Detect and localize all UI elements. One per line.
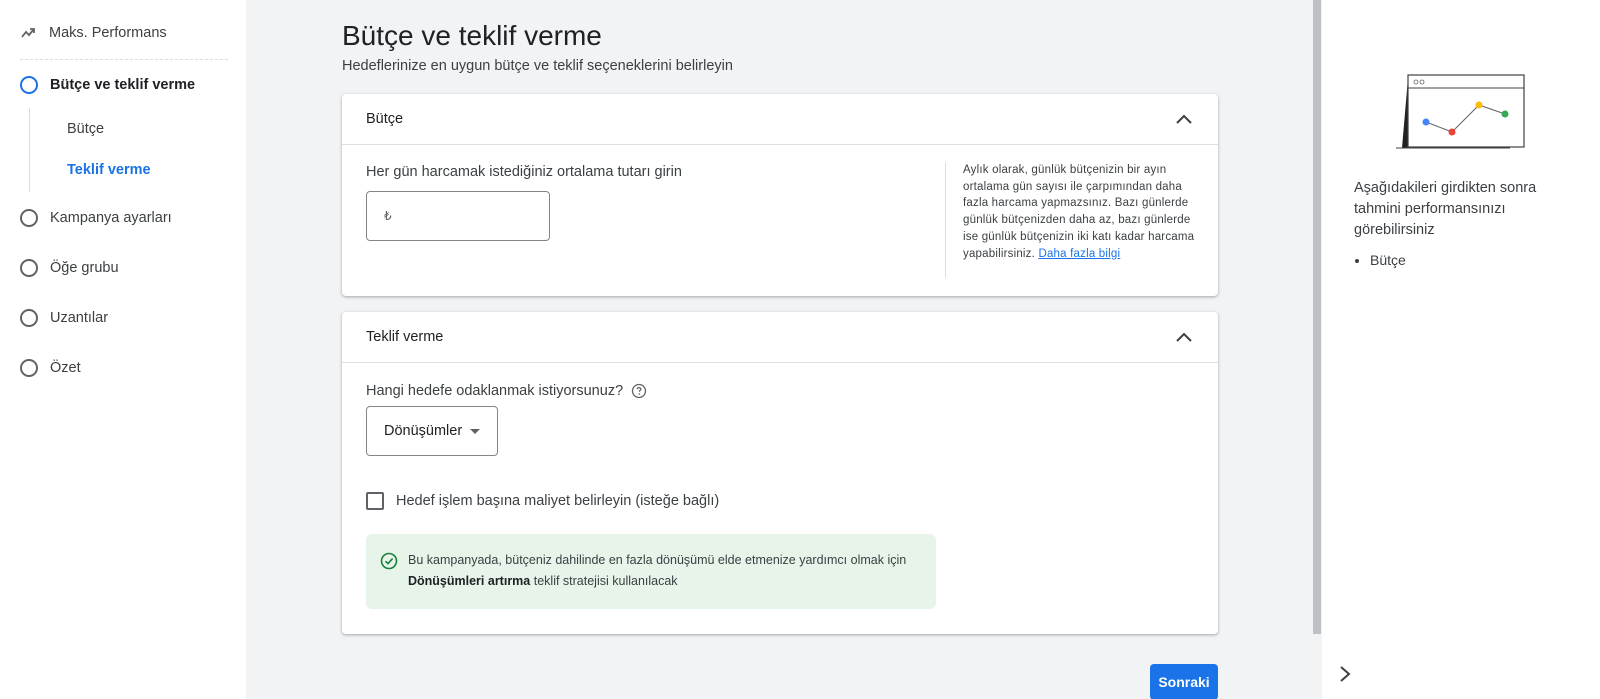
dropdown-caret-icon [470,428,481,434]
performance-chart-illustration [1396,74,1525,149]
page-subtitle: Hedeflerinize en uygun bütçe ve teklif s… [342,58,733,74]
budget-card-title: Bütçe [366,111,404,127]
campaign-type-label: Maks. Performans [49,25,167,41]
bidding-strategy-info: Bu kampanyada, bütçeniz dahilinde en faz… [366,534,936,609]
chevron-right-icon[interactable] [1336,664,1354,684]
target-cpa-checkbox[interactable] [366,492,384,510]
target-cpa-option[interactable]: Hedef işlem başına maliyet belirleyin (i… [366,492,719,510]
step-label: Bütçe ve teklif verme [50,77,196,93]
bidding-goal-question: Hangi hedefe odaklanmak istiyorsunuz? [366,383,647,399]
required-fields-list: Bütçe [1370,252,1406,268]
bidding-card-header[interactable]: Teklif verme [342,312,1218,363]
bidding-card-title: Teklif verme [366,329,444,345]
step-campaign-settings[interactable]: Kampanya ayarları [20,206,172,230]
info-strategy-name: Dönüşümleri artırma [408,574,531,588]
check-circle-icon [380,552,398,570]
substeps-divider [29,108,30,192]
budget-input-field[interactable]: ₺ [366,191,550,241]
budget-field-label: Her gün harcamak istediğiniz ortalama tu… [366,164,682,180]
bidding-goal-label: Hangi hedefe odaklanmak istiyorsunuz? [366,383,624,399]
performance-panel: Aşağıdakileri girdikten sonra tahmini pe… [1322,0,1600,699]
performance-trend-icon [21,28,35,38]
budget-card-header[interactable]: Bütçe [342,94,1218,145]
step-status-circle-icon [20,359,38,377]
budget-card: Bütçe Her gün harcamak istediğiniz ortal… [342,94,1218,296]
substep-budget[interactable]: Bütçe [67,121,104,137]
left-nav: Maks. Performans Bütçe ve teklif verme B… [0,0,246,699]
step-asset-group[interactable]: Öğe grubu [20,256,119,280]
step-status-circle-icon [20,76,38,94]
performance-hint-text: Aşağıdakileri girdikten sonra tahmini pe… [1354,180,1537,238]
budget-help-body: Aylık olarak, günlük bütçenizin bir ayın… [963,164,1195,260]
page-title: Bütçe ve teklif verme [342,20,602,51]
collapse-chevron-up-icon[interactable] [1174,327,1194,347]
dropdown-selected-value: Dönüşümler [384,423,463,439]
main-content: Bütçe ve teklif verme Hedeflerinize en u… [246,0,1312,699]
budget-help-text: Aylık olarak, günlük bütçenizin bir ayın… [945,162,1195,278]
step-budget-bidding[interactable]: Bütçe ve teklif verme [20,73,195,97]
bidding-goal-dropdown[interactable]: Dönüşümler [366,406,498,456]
step-status-circle-icon [20,259,38,277]
target-cpa-label: Hedef işlem başına maliyet belirleyin (i… [396,493,720,509]
next-button[interactable]: Sonraki [1150,664,1218,699]
scrollbar-thumb[interactable] [1313,0,1321,634]
collapse-chevron-up-icon[interactable] [1174,109,1194,129]
info-text-part2: teklif stratejisi kullanılacak [533,574,678,588]
budget-amount-input[interactable] [397,208,528,224]
substep-bidding[interactable]: Teklif verme [67,162,151,178]
step-status-circle-icon [20,209,38,227]
step-status-circle-icon [20,309,38,327]
step-label: Kampanya ayarları [50,210,172,226]
bidding-card: Teklif verme Hangi hedefe odaklanmak ist… [342,312,1218,634]
info-text-part1: Bu kampanyada, bütçeniz dahilinde en faz… [408,553,907,567]
step-extensions[interactable]: Uzantılar [20,306,108,330]
currency-symbol: ₺ [384,209,392,223]
help-question-icon[interactable] [631,383,647,399]
main-scrollbar[interactable] [1312,0,1322,699]
campaign-type-item[interactable]: Maks. Performans [20,22,228,60]
learn-more-link[interactable]: Daha fazla bilgi [1038,248,1120,260]
list-item: Bütçe [1370,252,1406,268]
step-label: Özet [50,360,81,376]
step-label: Uzantılar [50,310,109,326]
step-summary[interactable]: Özet [20,356,81,380]
step-label: Öğe grubu [50,260,119,276]
